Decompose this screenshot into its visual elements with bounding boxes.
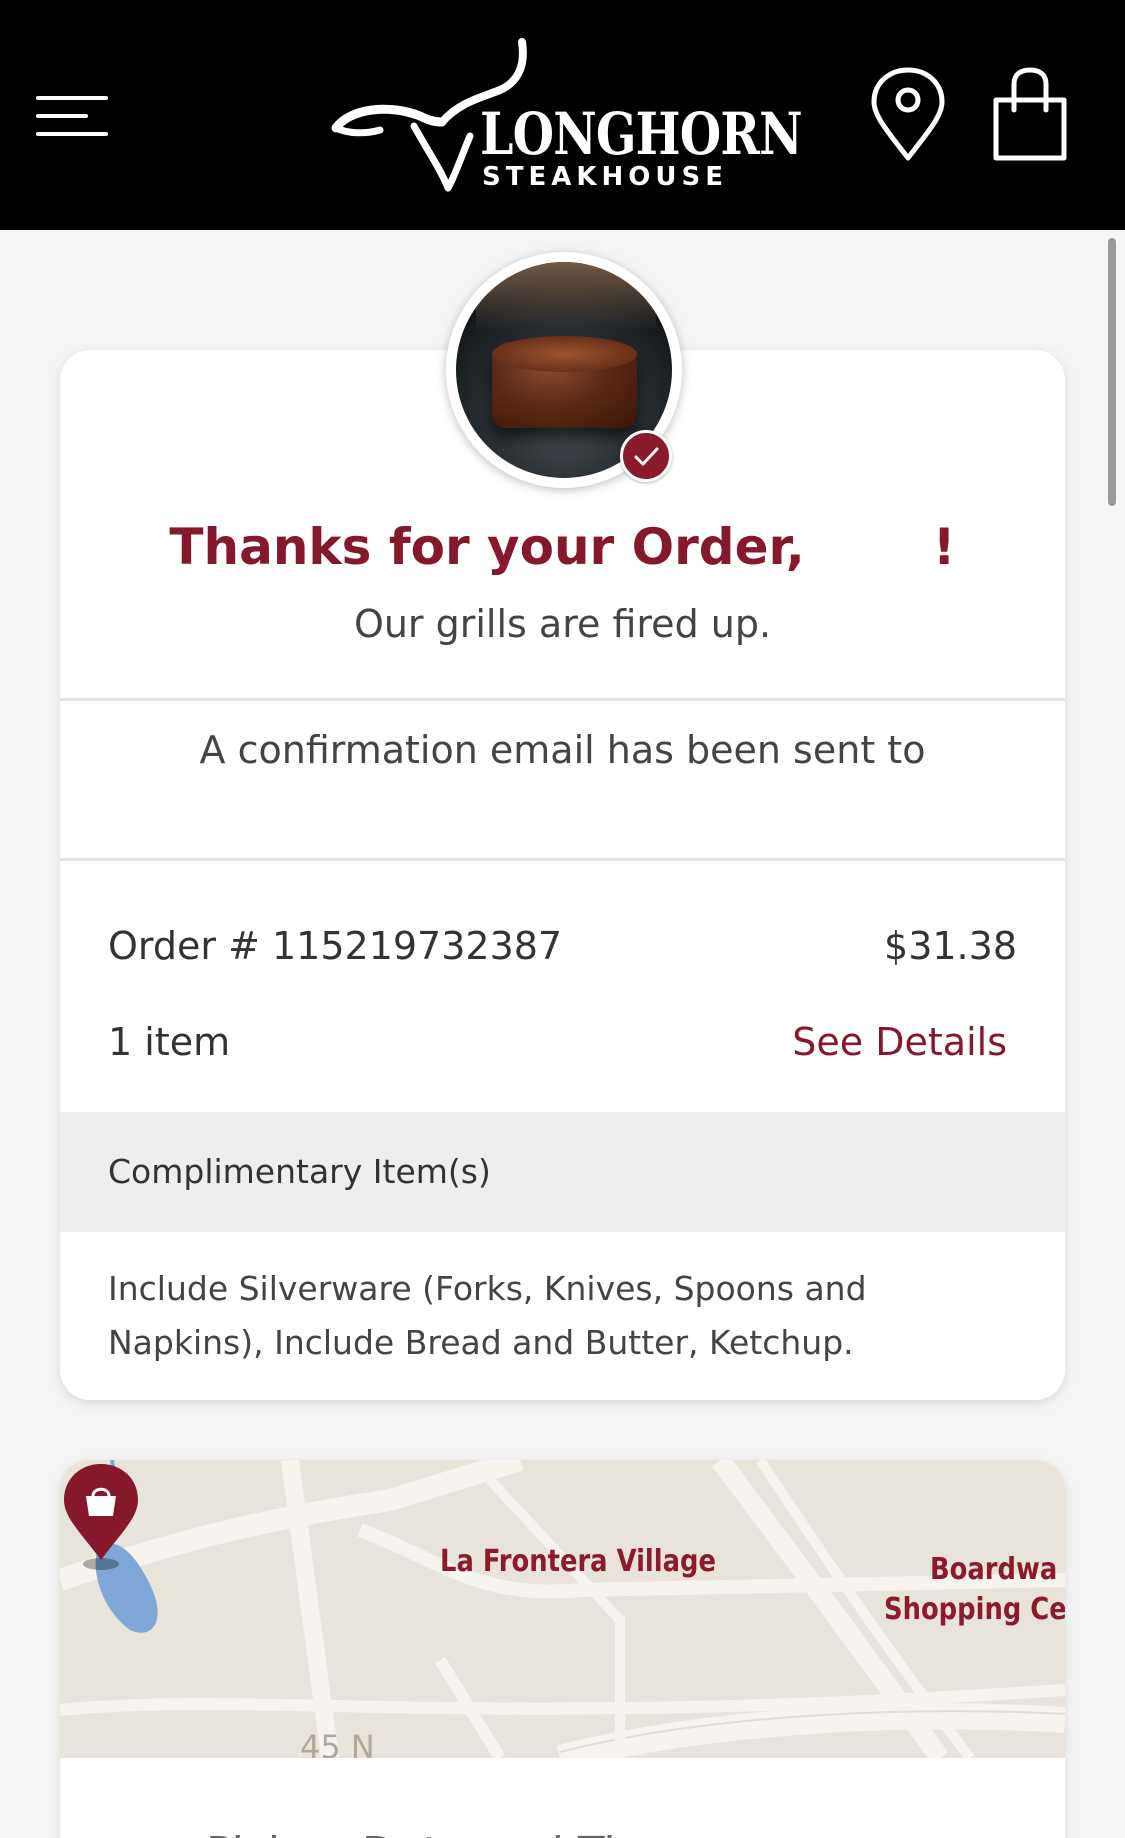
location-map[interactable]: 45 N La Frontera Village Boardwa Shoppin…	[60, 1460, 1065, 1758]
thanks-heading: Thanks for your Order,!	[60, 518, 1065, 576]
thanks-suffix: !	[932, 518, 956, 576]
map-label-boardwalk: Boardwa	[930, 1552, 1058, 1587]
thanks-prefix: Thanks for your Order,	[169, 518, 805, 576]
menu-icon[interactable]	[36, 96, 108, 136]
pickup-date-time-label: Pickup Date and Time	[206, 1828, 686, 1838]
pickup-location-card: 45 N La Frontera Village Boardwa Shoppin…	[60, 1460, 1065, 1838]
logo-subtitle: STEAKHOUSE	[482, 162, 728, 192]
store-pin-icon[interactable]	[60, 1460, 142, 1570]
divider	[60, 858, 1065, 861]
complimentary-title: Complimentary Item(s)	[108, 1152, 491, 1191]
road-label: 45 N	[300, 1728, 375, 1758]
scrollbar[interactable]	[1108, 238, 1116, 506]
order-confirmation-card: Thanks for your Order,! Our grills are f…	[60, 350, 1065, 1400]
order-total: $31.38	[884, 924, 1017, 968]
map-label-village: La Frontera Village	[440, 1544, 716, 1579]
pickup-date-time-row[interactable]: Pickup Date and Time	[60, 1758, 1065, 1838]
complimentary-items: Include Silverware (Forks, Knives, Spoon…	[108, 1269, 867, 1362]
complimentary-header: Complimentary Item(s)	[60, 1112, 1065, 1232]
order-number: Order # 115219732387	[108, 924, 563, 968]
app-header: LONGHORN STEAKHOUSE	[0, 0, 1125, 230]
logo-wordmark: LONGHORN	[480, 100, 803, 168]
order-subtitle: Our grills are fired up.	[353, 602, 772, 646]
item-count: 1 item	[108, 1020, 231, 1064]
longhorn-logo[interactable]: LONGHORN STEAKHOUSE	[330, 38, 803, 198]
shopping-bag-icon[interactable]	[990, 66, 1070, 164]
location-pin-icon[interactable]	[868, 66, 948, 162]
divider	[60, 698, 1065, 701]
check-icon	[620, 430, 672, 482]
see-details-link[interactable]: See Details	[792, 1020, 1007, 1064]
confirmation-email-text: A confirmation email has been sent to	[199, 728, 926, 772]
map-label-shopping-center: Shopping Ce	[884, 1592, 1065, 1627]
